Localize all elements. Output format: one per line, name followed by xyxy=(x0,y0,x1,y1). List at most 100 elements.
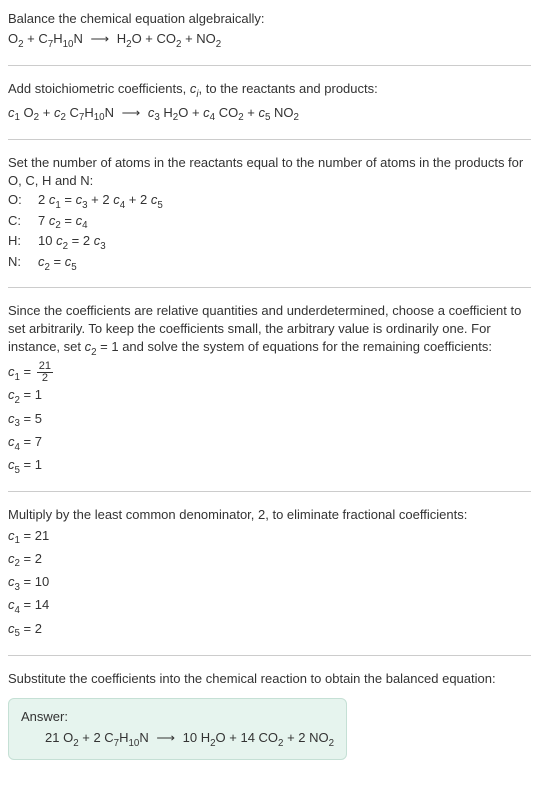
eq-text: c2 = c5 xyxy=(38,254,77,273)
sub: 2 xyxy=(294,112,299,123)
text: = 10 xyxy=(20,574,49,589)
var: c xyxy=(8,574,15,589)
multiply-section: Multiply by the least common denominator… xyxy=(8,506,531,640)
sub: 10 xyxy=(129,738,140,749)
coeff-row: c5 = 1 xyxy=(8,456,531,477)
coeff-row: c4 = 14 xyxy=(8,596,531,617)
text: N xyxy=(139,730,148,745)
atom-label: N: xyxy=(8,254,38,269)
atom-row-H: H: 10 c2 = 2 c3 xyxy=(8,233,531,252)
text: + 2 xyxy=(88,192,114,207)
eq-text: O + CO xyxy=(132,31,176,46)
var: c xyxy=(8,387,15,402)
sub: 3 xyxy=(15,582,20,593)
intro-text: Balance the chemical equation algebraica… xyxy=(8,10,531,28)
text: H xyxy=(84,105,93,120)
text: + xyxy=(244,105,259,120)
coeff-row: c1 = 21 xyxy=(8,527,531,548)
sub: 4 xyxy=(210,112,215,123)
text: = 2 xyxy=(20,551,42,566)
eq-text: N xyxy=(73,31,82,46)
eq-sub: 7 xyxy=(48,39,53,50)
text: 2 xyxy=(38,192,49,207)
text: O xyxy=(20,105,34,120)
atom-row-N: N: c2 = c5 xyxy=(8,254,531,273)
sub: 2 xyxy=(55,220,60,231)
text: + 2 NO xyxy=(283,730,328,745)
sub: 2 xyxy=(15,558,20,569)
atom-label: C: xyxy=(8,213,38,228)
eq-sub: 2 xyxy=(126,39,131,50)
text: 21 O xyxy=(45,730,73,745)
sub: 5 xyxy=(71,262,76,273)
text: 10 xyxy=(38,233,56,248)
eq-text: H xyxy=(117,31,126,46)
text: C xyxy=(66,105,79,120)
stoich-section: Add stoichiometric coefficients, ci, to … xyxy=(8,80,531,124)
var: c xyxy=(8,434,15,449)
sub: 4 xyxy=(82,220,87,231)
var: c xyxy=(56,233,63,248)
var-i: i xyxy=(196,89,198,100)
eq-text: H xyxy=(53,31,62,46)
coeff-row: c5 = 2 xyxy=(8,620,531,641)
sub: 2 xyxy=(15,395,20,406)
sub: 3 xyxy=(100,241,105,252)
sub: 1 xyxy=(15,112,20,123)
text: + 2 xyxy=(125,192,151,207)
intro-section: Balance the chemical equation algebraica… xyxy=(8,10,531,51)
text: N xyxy=(105,105,114,120)
var: c xyxy=(38,254,45,269)
text: O + xyxy=(178,105,203,120)
var: c xyxy=(8,528,15,543)
text: + 2 C xyxy=(79,730,114,745)
text: H xyxy=(119,730,128,745)
sub: 2 xyxy=(73,738,78,749)
sub: 2 xyxy=(238,112,243,123)
sub: 2 xyxy=(278,738,283,749)
text: = 2 xyxy=(68,233,94,248)
eq-sub: 2 xyxy=(18,39,23,50)
answer-box: Answer: 21 O2 + 2 C7H10N ⟶ 10 H2O + 14 C… xyxy=(8,698,347,760)
text: = 21 xyxy=(20,528,49,543)
stoich-text: Add stoichiometric coefficients, ci, to … xyxy=(8,80,531,101)
sub: 2 xyxy=(60,112,65,123)
eq-text: O xyxy=(8,31,18,46)
coeff-row: c3 = 5 xyxy=(8,410,531,431)
denominator: 2 xyxy=(40,373,50,384)
divider xyxy=(8,65,531,66)
coeff-row: c2 = 1 xyxy=(8,386,531,407)
arrow-icon: ⟶ xyxy=(90,31,109,46)
text: = xyxy=(61,213,76,228)
sub: 7 xyxy=(114,738,119,749)
text: = 14 xyxy=(20,597,49,612)
sub: 3 xyxy=(15,418,20,429)
atom-balance-section: Set the number of atoms in the reactants… xyxy=(8,154,531,273)
text: = xyxy=(20,364,35,379)
atom-label: H: xyxy=(8,233,38,248)
atom-row-O: O: 2 c1 = c3 + 2 c4 + 2 c5 xyxy=(8,192,531,211)
sub: 1 xyxy=(15,535,20,546)
sub: 5 xyxy=(15,628,20,639)
sub: 4 xyxy=(15,605,20,616)
text: + xyxy=(39,105,54,120)
answer-equation: 21 O2 + 2 C7H10N ⟶ 10 H2O + 14 CO2 + 2 N… xyxy=(21,730,334,749)
sub: 2 xyxy=(63,241,68,252)
multiply-text: Multiply by the least common denominator… xyxy=(8,506,531,524)
eq-sub: 10 xyxy=(63,39,74,50)
sub: 5 xyxy=(15,465,20,476)
var: c xyxy=(8,105,15,120)
fraction: 212 xyxy=(37,361,53,384)
atom-row-C: C: 7 c2 = c4 xyxy=(8,213,531,232)
text: = 7 xyxy=(20,434,42,449)
text: = 2 xyxy=(20,621,42,636)
answer-label: Answer: xyxy=(21,709,334,724)
sub: 10 xyxy=(94,112,105,123)
eq-text: 10 c2 = 2 c3 xyxy=(38,233,106,252)
text: 10 H xyxy=(183,730,210,745)
sub: 5 xyxy=(157,200,162,211)
text: CO xyxy=(215,105,238,120)
var: c xyxy=(8,364,15,379)
eq-text: 7 c2 = c4 xyxy=(38,213,88,232)
divider xyxy=(8,287,531,288)
